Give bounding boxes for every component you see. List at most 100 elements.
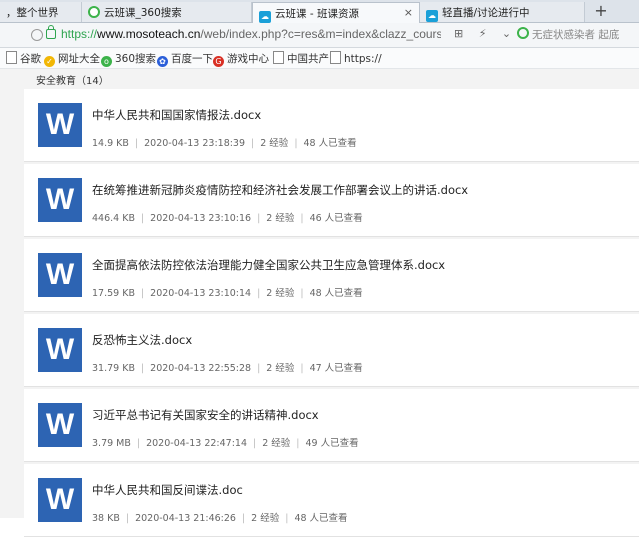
file-name[interactable]: 反恐怖主义法.docx xyxy=(92,332,192,348)
divider: | xyxy=(300,363,304,374)
upload-time: 2020-04-13 22:55:28 xyxy=(150,363,252,374)
hao360-icon: ✓ xyxy=(44,56,55,67)
file-name[interactable]: 中华人民共和国反间谍法.doc xyxy=(92,482,243,498)
so-icon: o xyxy=(101,56,112,67)
resource-item[interactable]: W 在统筹推进新冠肺炎疫情防控和经济社会发展工作部署会议上的讲话.docx 44… xyxy=(24,164,639,237)
file-size: 3.79 MB xyxy=(92,438,131,449)
divider: | xyxy=(300,288,304,299)
divider: | xyxy=(140,288,145,299)
file-name[interactable]: 习近平总书记有关国家安全的讲话精神.docx xyxy=(92,407,319,423)
upload-time: 2020-04-13 21:46:26 xyxy=(135,513,236,524)
file-name[interactable]: 中华人民共和国国家情报法.docx xyxy=(92,107,261,123)
divider: | xyxy=(134,138,139,149)
news-ticker-text: 无症状感染者 起底 xyxy=(532,29,620,41)
doc-icon xyxy=(6,51,17,64)
resource-item[interactable]: W 全面提高依法防控依法治理能力健全国家公共卫生应急管理体系.docx 17.5… xyxy=(24,239,639,312)
resource-item[interactable]: W 中华人民共和国国家情报法.docx 14.9 KB | 2020-04-13 2… xyxy=(24,89,639,162)
url-scheme: https:// xyxy=(61,27,98,41)
resource-list-area: 安全教育（14） W 中华人民共和国国家情报法.docx 14.9 KB | 202… xyxy=(0,69,639,537)
tab-label: 云班课 - 班课资源 xyxy=(275,8,359,20)
divider: | xyxy=(257,213,261,224)
divider: | xyxy=(294,138,298,149)
experience-points: 2 经验 xyxy=(266,288,295,299)
view-count: 48 人已查看 xyxy=(303,138,357,149)
file-name[interactable]: 全面提高依法防控依法治理能力健全国家公共卫生应急管理体系.docx xyxy=(92,257,445,273)
section-title: 安全教育（14） xyxy=(36,76,109,87)
new-tab-button[interactable]: + xyxy=(590,1,612,21)
resource-item[interactable]: W 习近平总书记有关国家安全的讲话精神.docx 3.79 MB | 2020-04… xyxy=(24,389,639,462)
bookmark-360-search[interactable]: o 360搜索 xyxy=(101,51,156,67)
bookmark-label: 中国共产 xyxy=(287,53,329,65)
tab-label: 云班课_360搜索 xyxy=(104,7,182,19)
bookmark-cpc[interactable]: 中国共产 xyxy=(273,51,329,66)
so-icon xyxy=(88,6,100,18)
mosoteach-icon: ☁ xyxy=(426,10,438,22)
divider: | xyxy=(251,138,255,149)
bookmark-google[interactable]: 谷歌 xyxy=(6,51,41,66)
bookmark-baidu[interactable]: ✿ 百度一下 xyxy=(157,51,213,67)
bookmark-label: 网址大全 xyxy=(58,53,100,65)
experience-points: 2 经验 xyxy=(262,438,291,449)
view-count: 46 人已查看 xyxy=(309,213,363,224)
tab-label: 轻直播/讨论进行中 xyxy=(442,7,530,19)
url-host: www.mosoteach.cn xyxy=(97,27,201,41)
bookmark-label: 谷歌 xyxy=(20,53,41,65)
address-bar: https://www.mosoteach.cn/web/index.php?c… xyxy=(0,23,639,48)
experience-points: 2 经验 xyxy=(266,213,295,224)
divider: | xyxy=(253,438,257,449)
upload-time: 2020-04-13 23:10:16 xyxy=(150,213,252,224)
file-meta: 17.59 KB | 2020-04-13 23:10:14 | 2 经验 | 48 人已查… xyxy=(92,285,363,299)
word-file-icon: W xyxy=(38,253,82,297)
news-ticker[interactable]: 无症状感染者 起底 xyxy=(517,27,619,42)
resource-item[interactable]: W 反恐怖主义法.docx 31.79 KB | 2020-04-13 22:55:… xyxy=(24,314,639,387)
resource-item[interactable]: W 中华人民共和国反间谍法.doc 38 KB | 2020-04-13 21:46… xyxy=(24,464,639,537)
upload-time: 2020-04-13 23:18:39 xyxy=(144,138,246,149)
tab-mosoteach-resources[interactable]: ☁ 云班课 - 班课资源 × xyxy=(252,2,420,23)
experience-points: 2 经验 xyxy=(266,363,295,374)
tab-360-search[interactable]: 云班课_360搜索 xyxy=(82,2,252,22)
doc-icon xyxy=(273,51,284,64)
file-name[interactable]: 在统筹推进新冠肺炎疫情防控和经济社会发展工作部署会议上的讲话.docx xyxy=(92,182,468,198)
bookmark-label: 游戏中心 xyxy=(227,53,269,65)
file-meta: 14.9 KB | 2020-04-13 23:18:39 | 2 经验 | 48 人已查看 xyxy=(92,135,357,149)
word-file-icon: W xyxy=(38,328,82,372)
file-size: 17.59 KB xyxy=(92,288,135,299)
so-icon xyxy=(517,27,529,39)
address-actions[interactable]: ⊞ ⚡ ⌄ xyxy=(454,27,517,40)
divider: | xyxy=(300,213,304,224)
file-size: 446.4 KB xyxy=(92,213,135,224)
divider: | xyxy=(125,513,130,524)
view-count: 48 人已查看 xyxy=(309,288,363,299)
lock-icon[interactable] xyxy=(46,25,56,39)
file-size: 31.79 KB xyxy=(92,363,135,374)
tab-live-discussion[interactable]: ☁ 轻直播/讨论进行中 xyxy=(420,2,585,22)
file-size: 38 KB xyxy=(92,513,120,524)
mosoteach-icon: ☁ xyxy=(259,11,271,23)
word-file-icon: W xyxy=(38,103,82,147)
upload-time: 2020-04-13 23:10:14 xyxy=(150,288,252,299)
file-meta: 446.4 KB | 2020-04-13 23:10:16 | 2 经验 | 46 人已查… xyxy=(92,210,363,224)
experience-points: 2 经验 xyxy=(251,513,280,524)
word-file-icon: W xyxy=(38,403,82,447)
file-meta: 31.79 KB | 2020-04-13 22:55:28 | 2 经验 | 47 人已查… xyxy=(92,360,363,374)
url-input[interactable]: https://www.mosoteach.cn/web/index.php?c… xyxy=(61,27,441,41)
bookmark-label: 360搜索 xyxy=(115,53,157,65)
close-tab-icon[interactable]: × xyxy=(404,6,413,19)
bookmark-hao360[interactable]: ✓ 网址大全 xyxy=(44,51,100,67)
doc-icon xyxy=(330,51,341,64)
divider: | xyxy=(257,363,261,374)
divider: | xyxy=(136,438,141,449)
bookmark-label: 百度一下 xyxy=(171,53,213,65)
game-icon: G xyxy=(213,56,224,67)
bookmark-game-center[interactable]: G 游戏中心 xyxy=(213,51,269,67)
bookmarks-bar: 谷歌 ✓ 网址大全 o 360搜索 ✿ 百度一下 G 游戏中心 中国共产 https:/… xyxy=(0,48,639,69)
experience-points: 2 经验 xyxy=(260,138,289,149)
bookmark-https[interactable]: https:// xyxy=(330,51,382,65)
view-count: 49 人已查看 xyxy=(305,438,359,449)
divider: | xyxy=(296,438,300,449)
file-meta: 38 KB | 2020-04-13 21:46:26 | 2 经验 | 48 人已查看 xyxy=(92,510,348,524)
tab-world[interactable]: ，整个世界 xyxy=(0,2,82,22)
divider: | xyxy=(285,513,289,524)
view-count: 47 人已查看 xyxy=(309,363,363,374)
globe-icon xyxy=(31,29,43,41)
